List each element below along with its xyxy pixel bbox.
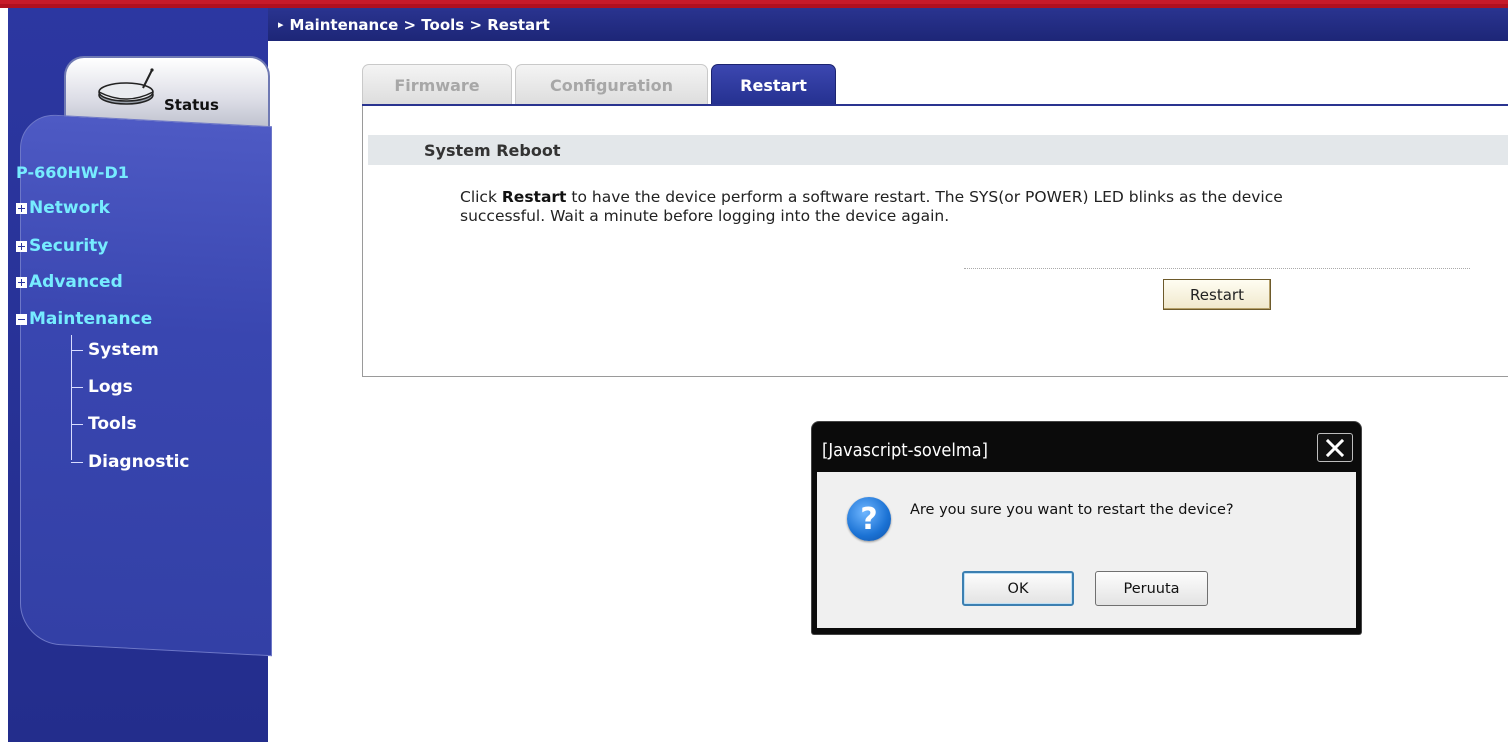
sidebar-item-label: Security — [29, 236, 109, 256]
sidebar-subitem-diagnostic[interactable]: Diagnostic — [71, 452, 190, 472]
sidebar-item-advanced[interactable]: Advanced — [16, 272, 123, 292]
expand-plus-icon[interactable] — [16, 276, 27, 288]
sidebar-subitem-logs[interactable]: Logs — [71, 377, 133, 397]
restart-button[interactable]: Restart — [1163, 279, 1271, 310]
ok-button[interactable]: OK — [962, 571, 1074, 606]
nav-panel-background — [20, 113, 272, 657]
cancel-button[interactable]: Peruuta — [1095, 571, 1208, 606]
status-label: Status — [164, 96, 219, 114]
sidebar-subitem-tools[interactable]: Tools — [71, 414, 137, 434]
question-icon: ? — [847, 497, 891, 541]
desc-bold-restart: Restart — [501, 188, 567, 206]
dotted-divider — [964, 268, 1470, 269]
sidebar-item-label: Advanced — [29, 272, 123, 292]
confirm-dialog: [Javascript-sovelma] ? Are you sure you … — [812, 422, 1361, 634]
dialog-message: Are you sure you want to restart the dev… — [910, 502, 1234, 518]
dialog-body: ? Are you sure you want to restart the d… — [817, 472, 1356, 628]
tree-connector-line — [71, 335, 72, 460]
section-title: System Reboot — [368, 135, 1508, 165]
tab-restart[interactable]: Restart — [711, 64, 836, 106]
tab-configuration[interactable]: Configuration — [515, 64, 708, 106]
sidebar-subitem-system[interactable]: System — [71, 340, 159, 360]
sidebar-item-label: Maintenance — [29, 309, 153, 329]
sidebar: Status P-660HW-D1 Network Security Advan… — [8, 8, 272, 742]
desc-text-line2: successful. Wait a minute before logging… — [460, 207, 950, 225]
device-model-name: P-660HW-D1 — [16, 163, 129, 182]
breadcrumb: Maintenance > Tools > Restart — [289, 15, 550, 34]
sidebar-item-network[interactable]: Network — [16, 198, 110, 218]
dialog-title: [Javascript-sovelma] — [822, 440, 988, 461]
dialog-close-button[interactable] — [1317, 433, 1353, 462]
expand-plus-icon[interactable] — [16, 202, 27, 214]
desc-text: Click — [460, 188, 502, 206]
restart-description: Click Restart to have the device perform… — [460, 188, 1508, 226]
close-icon — [1325, 438, 1345, 457]
tab-firmware[interactable]: Firmware — [362, 64, 512, 106]
top-red-stripe — [0, 0, 1508, 8]
breadcrumb-bar: ▸ Maintenance > Tools > Restart — [268, 8, 1508, 41]
breadcrumb-arrow-icon: ▸ — [278, 18, 284, 31]
router-icon — [98, 68, 154, 105]
desc-text: to have the device perform a software re… — [566, 188, 1283, 206]
expand-plus-icon[interactable] — [16, 240, 27, 252]
sidebar-item-label: Network — [29, 198, 110, 218]
panel-top-border — [362, 104, 1508, 106]
sidebar-item-maintenance[interactable]: Maintenance — [16, 309, 152, 329]
collapse-minus-icon[interactable] — [16, 313, 27, 325]
sidebar-item-security[interactable]: Security — [16, 236, 108, 256]
